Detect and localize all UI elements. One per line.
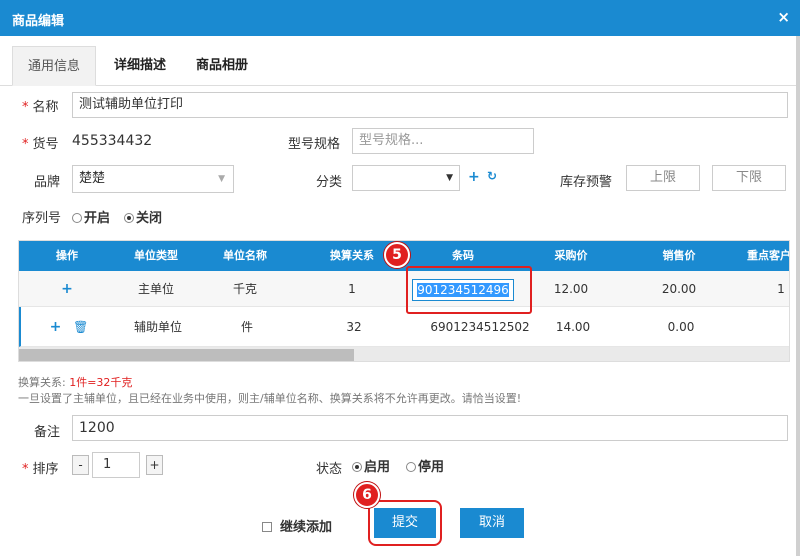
- step-callout-5: 5: [384, 242, 410, 268]
- cell-ratio[interactable]: 1: [293, 271, 411, 307]
- add-row-icon[interactable]: +: [61, 281, 73, 297]
- step-callout-6: 6: [354, 482, 380, 508]
- code-label: * 货号: [22, 137, 59, 152]
- unit-warning-note: 一旦设置了主辅单位，且已经在业务中使用，则主/辅单位名称、换算关系将不允许再更改…: [18, 392, 522, 405]
- cell-unit-name[interactable]: 千克: [197, 271, 293, 307]
- col-header-unit-name: 单位名称: [223, 249, 267, 262]
- remark-label: 备注: [34, 425, 61, 440]
- category-select[interactable]: ▼: [352, 165, 460, 191]
- tab-product-album[interactable]: 商品相册: [184, 46, 260, 86]
- code-value: 455334432: [72, 133, 153, 149]
- cell-vip-price[interactable]: 1: [731, 271, 789, 307]
- cell-ratio[interactable]: 32: [295, 307, 413, 347]
- add-category-icon[interactable]: +: [468, 169, 480, 185]
- col-header-unit-type: 单位类型: [134, 249, 178, 262]
- category-label: 分类: [316, 175, 343, 190]
- cell-purchase-price[interactable]: 14.00: [517, 307, 629, 347]
- barcode-highlight-box: [406, 266, 532, 314]
- table-row: + 主单位 千克 1 901234512496 12.00 20.00 1: [19, 271, 789, 307]
- brand-label: 品牌: [34, 175, 61, 190]
- status-label: 状态: [316, 462, 343, 477]
- serial-label: 序列号: [22, 211, 62, 226]
- status-enabled-radio[interactable]: 启用: [352, 456, 390, 475]
- radio-icon: [406, 462, 416, 472]
- refresh-icon[interactable]: ↻: [487, 169, 497, 183]
- right-edge-divider: [796, 36, 800, 556]
- radio-checked-icon: [352, 462, 362, 472]
- chevron-down-icon: ▼: [218, 174, 225, 184]
- stock-lower-input[interactable]: 下限: [712, 165, 786, 191]
- sort-increment-button[interactable]: +: [146, 455, 163, 475]
- cell-vip-price[interactable]: [733, 307, 789, 347]
- brand-value: 楚楚: [79, 171, 106, 186]
- scrollbar-thumb[interactable]: [19, 349, 354, 361]
- radio-checked-icon: [124, 213, 134, 223]
- submit-button[interactable]: 提交: [374, 508, 436, 538]
- col-header-vip-customer: 重点客户: [747, 249, 790, 262]
- table-row: + 🗑 辅助单位 件 32 6901234512502 14.00 0.00: [19, 307, 789, 347]
- trash-icon[interactable]: 🗑: [73, 320, 88, 334]
- chevron-down-icon: ▼: [446, 173, 453, 183]
- model-input[interactable]: 型号规格...: [352, 128, 534, 154]
- tab-bar: 通用信息 详细描述 商品相册: [0, 46, 800, 86]
- cancel-button[interactable]: 取消: [460, 508, 524, 538]
- checkbox-icon: [262, 522, 272, 532]
- cell-sale-price[interactable]: 20.00: [627, 271, 731, 307]
- name-label: * 名称: [22, 100, 59, 115]
- model-label: 型号规格: [288, 137, 341, 152]
- cell-unit-type: 主单位: [137, 282, 174, 296]
- radio-icon: [72, 213, 82, 223]
- serial-on-radio[interactable]: 开启: [72, 207, 110, 226]
- brand-select[interactable]: 楚楚 ▼: [72, 165, 234, 193]
- col-header-action: 操作: [56, 249, 78, 262]
- cell-unit-name[interactable]: 件: [199, 307, 295, 347]
- cell-unit-type: 辅助单位: [133, 320, 182, 334]
- stock-alert-label: 库存预警: [560, 175, 613, 190]
- remark-input[interactable]: 1200: [72, 415, 788, 441]
- tab-detail-description[interactable]: 详细描述: [100, 46, 180, 86]
- col-header-sale-price: 销售价: [662, 249, 696, 262]
- serial-off-radio[interactable]: 关闭: [124, 207, 162, 226]
- continue-add-checkbox[interactable]: 继续添加: [262, 516, 332, 535]
- add-row-icon[interactable]: +: [50, 319, 62, 335]
- tab-general-info[interactable]: 通用信息: [12, 46, 96, 86]
- status-disabled-radio[interactable]: 停用: [406, 456, 444, 475]
- cell-sale-price[interactable]: 0.00: [629, 307, 733, 347]
- conversion-note: 换算关系: 1件=32千克: [18, 376, 133, 389]
- horizontal-scrollbar[interactable]: [19, 347, 789, 361]
- col-header-purchase-price: 采购价: [554, 249, 588, 262]
- close-icon[interactable]: ×: [777, 8, 790, 26]
- dialog-titlebar: 商品编辑 ×: [0, 0, 800, 36]
- sort-input[interactable]: 1: [92, 452, 140, 478]
- stock-upper-input[interactable]: 上限: [626, 165, 700, 191]
- dialog-title: 商品编辑: [12, 14, 65, 29]
- name-input[interactable]: 测试辅助单位打印: [72, 92, 788, 118]
- sort-decrement-button[interactable]: -: [72, 455, 89, 475]
- sort-label: * 排序: [22, 462, 59, 477]
